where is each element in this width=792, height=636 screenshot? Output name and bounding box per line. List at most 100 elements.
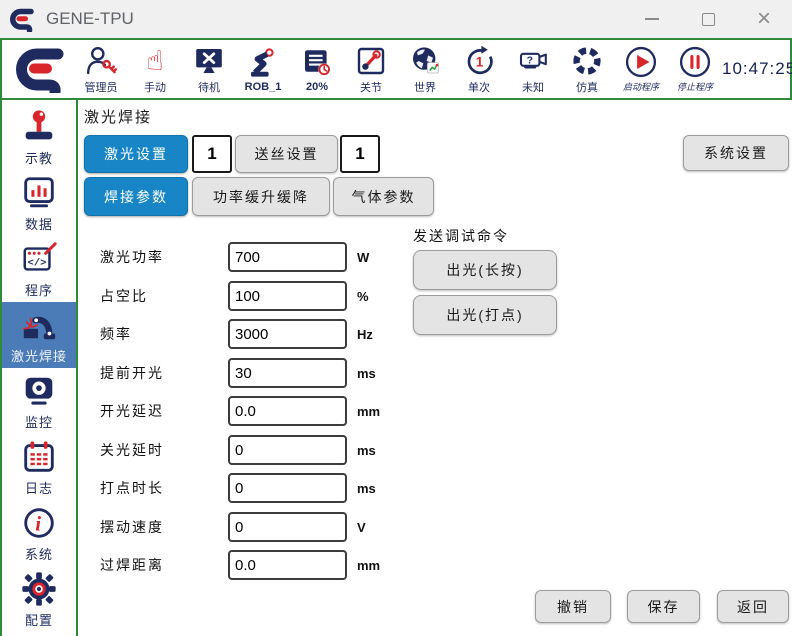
single-cycle-icon: 1: [462, 44, 496, 78]
field-unit: ms: [357, 443, 376, 458]
sidebar-item-label: 日志: [25, 478, 53, 497]
toolbar-item-user-mode[interactable]: 管理员: [74, 44, 128, 95]
duty-cycle-input[interactable]: [228, 281, 347, 311]
welding-robot-icon: [20, 306, 58, 344]
nav-sidebar: 示教 数据 </>: [2, 100, 78, 636]
sidebar-item-laser-welding[interactable]: 激光焊接: [2, 302, 76, 368]
monitor-camera-icon: [20, 372, 58, 410]
field-label: 打点时长: [100, 478, 228, 498]
joint-icon: [354, 44, 388, 78]
wire-channel-input[interactable]: [340, 135, 380, 173]
sidebar-item-log[interactable]: 日志: [2, 434, 76, 500]
save-button[interactable]: 保存: [627, 590, 700, 623]
form-row-laser-power: 激光功率 W: [100, 242, 369, 272]
field-unit: W: [357, 250, 369, 265]
laser-on-spot-button[interactable]: 出光(打点): [413, 295, 557, 335]
code-editor-icon: </>: [20, 240, 58, 278]
field-label: 频率: [100, 324, 228, 344]
laser-channel-input[interactable]: [192, 135, 232, 173]
app-logo-icon: [10, 6, 38, 32]
sidebar-item-label: 示教: [25, 148, 53, 167]
window-controls: ×: [624, 0, 792, 38]
debug-section-title: 发送调试命令: [413, 226, 509, 246]
tab-laser-settings[interactable]: 激光设置: [84, 135, 188, 173]
system-info-icon: i: [20, 504, 58, 542]
laser-power-input[interactable]: [228, 242, 347, 272]
system-clock: 10:47:25: [722, 59, 792, 79]
robot-arm-icon: [246, 46, 280, 80]
tab-power-ramp[interactable]: 功率缓升缓降: [192, 177, 330, 216]
on-delay-input[interactable]: [228, 396, 347, 426]
form-row-duty-cycle: 占空比 %: [100, 281, 369, 311]
sidebar-item-label: 程序: [25, 280, 53, 299]
toolbar-item-camera-unknown[interactable]: ? 未知: [506, 44, 560, 95]
toolbar-item-run-single[interactable]: 1 单次: [452, 44, 506, 95]
toolbar-item-coord-joint[interactable]: 关节: [344, 44, 398, 95]
simulation-ring-icon: [570, 44, 604, 78]
sidebar-item-system[interactable]: i 系统: [2, 500, 76, 566]
toolbar-item-stop-program[interactable]: 停止程序: [668, 45, 722, 93]
undo-button[interactable]: 撤销: [535, 590, 611, 623]
form-row-off-delay: 关光延时 ms: [100, 435, 376, 465]
field-label: 关光延时: [100, 440, 228, 460]
pause-icon: [677, 45, 713, 79]
minimize-button[interactable]: [624, 0, 680, 38]
tab-gas-params[interactable]: 气体参数: [333, 177, 434, 216]
maximize-button[interactable]: [680, 0, 736, 38]
brand-logo-icon: [16, 45, 68, 93]
form-row-advance-on: 提前开光 ms: [100, 358, 376, 388]
toolbar-item-robot[interactable]: ROB_1: [236, 46, 290, 93]
overweld-distance-input[interactable]: [228, 550, 347, 580]
toolbar-item-standby[interactable]: 待机: [182, 44, 236, 95]
sidebar-item-monitor[interactable]: 监控: [2, 368, 76, 434]
field-unit: V: [357, 520, 366, 535]
field-unit: mm: [357, 558, 380, 573]
gear-icon: [20, 570, 58, 608]
field-label: 占空比: [100, 286, 228, 306]
toolbar-item-label: ROB_1: [245, 81, 282, 93]
tab-weld-params[interactable]: 焊接参数: [84, 177, 188, 216]
tab-wire-feed-settings[interactable]: 送丝设置: [235, 135, 338, 173]
sidebar-item-program[interactable]: </> 程序: [2, 236, 76, 302]
spot-duration-input[interactable]: [228, 473, 347, 503]
field-label: 激光功率: [100, 247, 228, 267]
field-unit: mm: [357, 404, 380, 419]
form-row-spot-duration: 打点时长 ms: [100, 473, 376, 503]
toolbar-item-speed[interactable]: 20%: [290, 46, 344, 93]
close-button[interactable]: ×: [736, 0, 792, 38]
svg-text:</>: </>: [28, 257, 47, 269]
toolbar-item-label: 关节: [360, 79, 382, 95]
sidebar-item-label: 数据: [25, 214, 53, 233]
advance-on-input[interactable]: [228, 358, 347, 388]
toolbar-item-label: 手动: [144, 79, 166, 95]
toolbar-item-label: 未知: [522, 79, 544, 95]
toolbar-item-label: 停止程序: [677, 80, 713, 93]
toolbar-item-coord-world[interactable]: 世界: [398, 44, 452, 95]
calendar-log-icon: [20, 438, 58, 476]
laser-on-long-press-button[interactable]: 出光(长按): [413, 250, 557, 290]
globe-icon: [408, 44, 442, 78]
close-icon: ×: [757, 7, 771, 31]
toolbar-item-simulation[interactable]: 仿真: [560, 44, 614, 95]
weave-speed-input[interactable]: [228, 512, 347, 542]
off-delay-input[interactable]: [228, 435, 347, 465]
toolbar-item-label: 单次: [468, 79, 490, 95]
system-settings-button[interactable]: 系统设置: [683, 135, 789, 171]
sidebar-item-label: 配置: [25, 610, 53, 629]
form-row-weave-speed: 摆动速度 V: [100, 512, 366, 542]
sidebar-item-label: 系统: [25, 544, 53, 563]
back-button[interactable]: 返回: [717, 590, 789, 623]
sidebar-item-label: 激光焊接: [11, 346, 67, 365]
sidebar-item-data[interactable]: 数据: [2, 170, 76, 236]
field-unit: ms: [357, 366, 376, 381]
toolbar-item-start-program[interactable]: 启动程序: [614, 45, 668, 93]
toolbar-item-manual-mode[interactable]: ☝ 手动: [128, 44, 182, 95]
hand-pointer-icon: ☝: [146, 44, 163, 78]
field-label: 摆动速度: [100, 517, 228, 537]
sidebar-item-teach[interactable]: 示教: [2, 104, 76, 170]
toolbar-item-label: 20%: [306, 81, 328, 93]
toolbar-item-label: 仿真: [576, 79, 598, 95]
form-row-frequency: 频率 Hz: [100, 319, 373, 349]
sidebar-item-config[interactable]: 配置: [2, 566, 76, 632]
frequency-input[interactable]: [228, 319, 347, 349]
